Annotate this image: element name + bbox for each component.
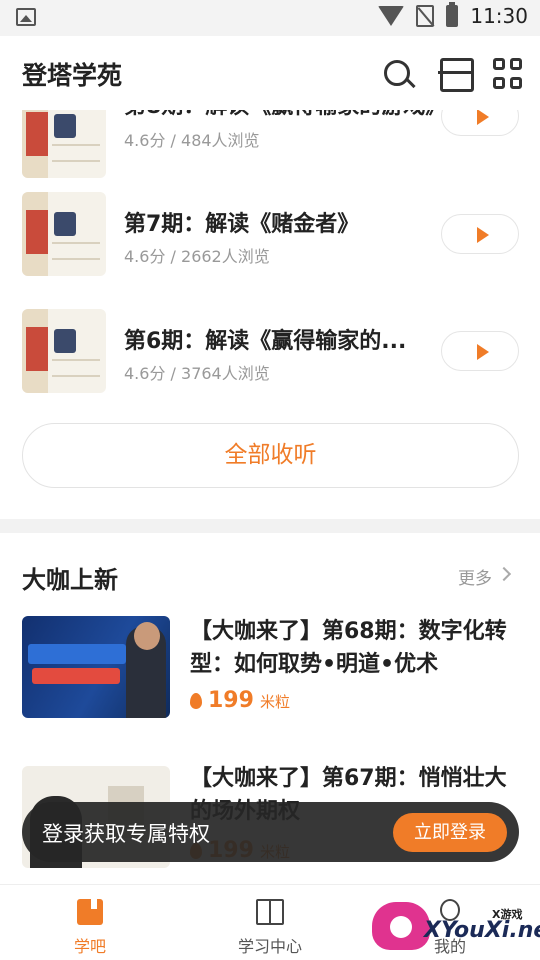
episode-item[interactable]: 第8期：解读《赢得输家的游戏》 4.6分 / 484人浏览 — [0, 110, 540, 188]
login-button[interactable]: 立即登录 — [393, 813, 507, 852]
episode-title: 第6期：解读《赢得输家的... — [124, 329, 407, 354]
play-button[interactable] — [441, 214, 519, 254]
no-sim-icon — [416, 5, 435, 27]
play-button[interactable] — [441, 331, 519, 371]
book-icon — [77, 899, 103, 925]
status-icons: 11:30 — [378, 2, 528, 28]
episode-title: 第8期：解读《赢得输家的游戏》 — [124, 110, 447, 120]
image-icon — [16, 8, 36, 26]
open-book-icon — [256, 899, 284, 925]
battery-charging-icon — [446, 2, 459, 27]
app-bar: 登塔学苑 — [0, 36, 540, 110]
scan-icon[interactable] — [438, 58, 474, 92]
episode-meta: 4.6分 / 484人浏览 — [124, 131, 260, 150]
status-time: 11:30 — [470, 4, 528, 28]
search-icon[interactable] — [382, 58, 416, 90]
tab-xueba[interactable]: 学吧 — [0, 885, 180, 960]
episode-item[interactable]: 第7期：解读《赌金者》 4.6分 / 2662人浏览 — [0, 192, 540, 292]
course-title: 【大咖来了】第68期：数字化转型：如何取势•明道•优术 — [190, 619, 507, 677]
login-prompt: 登录获取专属特权 立即登录 — [22, 802, 519, 862]
play-button[interactable] — [441, 110, 519, 136]
episode-cover — [22, 309, 106, 393]
episode-cover — [22, 110, 106, 178]
listen-all-button[interactable]: 全部收听 — [22, 423, 519, 488]
price-value: 199 — [208, 688, 254, 713]
login-prompt-text: 登录获取专属特权 — [42, 822, 210, 846]
episode-meta: 4.6分 / 3764人浏览 — [124, 364, 270, 383]
episode-meta: 4.6分 / 2662人浏览 — [124, 247, 270, 266]
course-item[interactable]: 【大咖来了】第68期：数字化转型：如何取势•明道•优术 199 米粒 — [0, 615, 540, 725]
more-link[interactable]: 更多 — [458, 564, 492, 589]
episode-title: 第7期：解读《赌金者》 — [124, 212, 360, 237]
episode-cover — [22, 192, 106, 276]
course-price: 199 米粒 — [190, 688, 290, 713]
chevron-right-icon[interactable] — [496, 566, 512, 582]
section-title: 大咖上新 — [22, 566, 118, 594]
wifi-icon — [378, 6, 405, 26]
course-cover — [22, 616, 170, 718]
status-bar: 11:30 — [0, 0, 540, 36]
rice-icon — [190, 693, 202, 709]
site-watermark: X游戏 XYouXi.net — [368, 888, 540, 960]
tab-label: 学习中心 — [237, 937, 302, 956]
tab-label: 学吧 — [73, 937, 106, 956]
episode-item[interactable]: 第6期：解读《赢得输家的... 4.6分 / 3764人浏览 — [0, 309, 540, 409]
section-divider — [0, 519, 540, 533]
home-feed[interactable]: 第8期：解读《赢得输家的游戏》 4.6分 / 484人浏览 第7期：解读《赌金者… — [0, 110, 540, 885]
gamepad-logo-icon — [372, 902, 430, 950]
watermark-text: XYouXi.net — [424, 918, 540, 943]
grid-icon[interactable] — [493, 58, 525, 90]
tab-learning-center[interactable]: 学习中心 — [180, 885, 360, 960]
app-title: 登塔学苑 — [22, 61, 123, 90]
price-unit: 米粒 — [259, 693, 290, 711]
